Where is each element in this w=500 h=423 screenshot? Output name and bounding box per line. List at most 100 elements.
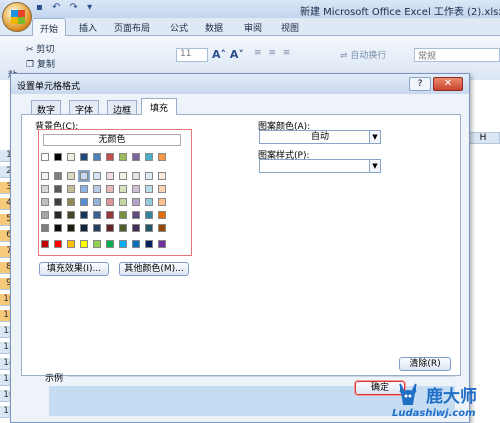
color-swatch[interactable] xyxy=(80,240,88,248)
color-swatch[interactable] xyxy=(67,211,75,219)
color-swatch[interactable] xyxy=(93,185,101,193)
pattern-color-select[interactable]: 自动 ▼ xyxy=(259,130,381,144)
fill-effects-button[interactable]: 填充效果(I)... xyxy=(39,262,109,276)
clear-button[interactable]: 清除(R) xyxy=(399,357,451,371)
font-size-box[interactable]: 11 xyxy=(176,48,208,62)
color-swatch[interactable] xyxy=(158,198,166,206)
color-swatch[interactable] xyxy=(119,153,127,161)
color-swatch[interactable] xyxy=(80,211,88,219)
color-swatch[interactable] xyxy=(145,211,153,219)
color-swatch[interactable] xyxy=(132,185,140,193)
color-swatch[interactable] xyxy=(119,198,127,206)
tab-view[interactable]: 视图 xyxy=(281,21,299,34)
color-swatch[interactable] xyxy=(106,240,114,248)
pattern-style-select[interactable]: ▼ xyxy=(259,159,381,173)
color-swatch[interactable] xyxy=(67,198,75,206)
color-swatch[interactable] xyxy=(106,185,114,193)
color-swatch[interactable] xyxy=(67,224,75,232)
tab-border[interactable]: 边框 xyxy=(107,100,137,116)
color-swatch[interactable] xyxy=(132,153,140,161)
color-swatch[interactable] xyxy=(93,224,101,232)
more-colors-button[interactable]: 其他颜色(M)... xyxy=(119,262,189,276)
close-button[interactable]: ✕ xyxy=(433,77,463,91)
color-swatch[interactable] xyxy=(80,185,88,193)
chevron-down-icon[interactable]: ▼ xyxy=(369,160,380,172)
color-swatch[interactable] xyxy=(158,240,166,248)
color-swatch[interactable] xyxy=(54,153,62,161)
color-swatch[interactable] xyxy=(145,224,153,232)
no-color-button[interactable]: 无颜色 xyxy=(43,134,181,146)
tab-home[interactable]: 开始 xyxy=(32,18,66,37)
column-header-h[interactable]: H xyxy=(466,132,500,144)
color-swatch[interactable] xyxy=(41,224,49,232)
tab-data[interactable]: 数据 xyxy=(205,21,223,34)
align-icons[interactable]: ≡ ≡ ≡ xyxy=(254,48,292,58)
color-swatch[interactable] xyxy=(119,172,127,180)
color-swatch[interactable] xyxy=(132,198,140,206)
tab-formulas[interactable]: 公式 xyxy=(170,21,188,34)
color-swatch[interactable] xyxy=(145,185,153,193)
color-swatch[interactable] xyxy=(54,198,62,206)
color-swatch[interactable] xyxy=(93,240,101,248)
color-swatch[interactable] xyxy=(132,172,140,180)
color-swatch[interactable] xyxy=(93,172,101,180)
color-swatch[interactable] xyxy=(145,198,153,206)
tab-review[interactable]: 审阅 xyxy=(244,21,262,34)
color-swatch[interactable] xyxy=(41,211,49,219)
tab-font[interactable]: 字体 xyxy=(69,100,99,116)
color-swatch[interactable] xyxy=(106,211,114,219)
color-swatch[interactable] xyxy=(119,240,127,248)
color-swatch[interactable] xyxy=(158,153,166,161)
cut-button[interactable]: ✂ 剪切 xyxy=(26,42,54,55)
color-swatch[interactable] xyxy=(119,211,127,219)
color-swatch[interactable] xyxy=(54,185,62,193)
dialog-title-bar[interactable]: 设置单元格格式 ? ✕ xyxy=(11,74,469,94)
color-swatch[interactable] xyxy=(106,198,114,206)
tab-insert[interactable]: 插入 xyxy=(79,21,97,34)
color-swatch[interactable] xyxy=(80,153,88,161)
wrap-text-button[interactable]: ⇌ 自动换行 xyxy=(340,48,386,61)
color-swatch[interactable] xyxy=(67,153,75,161)
number-format-box[interactable]: 常规 xyxy=(414,48,500,62)
color-swatch[interactable] xyxy=(145,172,153,180)
color-swatch[interactable] xyxy=(80,198,88,206)
color-swatch[interactable] xyxy=(119,224,127,232)
tab-page-layout[interactable]: 页面布局 xyxy=(114,21,150,34)
color-swatch[interactable] xyxy=(41,240,49,248)
color-swatch[interactable] xyxy=(78,170,90,182)
color-swatch[interactable] xyxy=(67,185,75,193)
color-swatch[interactable] xyxy=(54,211,62,219)
color-swatch[interactable] xyxy=(145,240,153,248)
color-swatch[interactable] xyxy=(67,240,75,248)
color-swatch[interactable] xyxy=(41,172,49,180)
color-swatch[interactable] xyxy=(54,240,62,248)
color-swatch[interactable] xyxy=(41,198,49,206)
office-button-icon[interactable] xyxy=(2,2,32,32)
copy-button[interactable]: ❐ 复制 xyxy=(26,57,55,70)
color-swatch[interactable] xyxy=(145,153,153,161)
color-swatch[interactable] xyxy=(93,153,101,161)
color-swatch[interactable] xyxy=(54,224,62,232)
color-swatch[interactable] xyxy=(93,198,101,206)
color-swatch[interactable] xyxy=(158,224,166,232)
color-swatch[interactable] xyxy=(132,240,140,248)
tab-fill[interactable]: 填充 xyxy=(141,98,177,115)
tab-number[interactable]: 数字 xyxy=(31,100,61,116)
quick-access-toolbar[interactable]: ▪ ↶ ↷ ▾ xyxy=(36,2,146,16)
color-swatch[interactable] xyxy=(54,172,62,180)
color-swatch[interactable] xyxy=(93,211,101,219)
color-swatch[interactable] xyxy=(119,185,127,193)
color-swatch[interactable] xyxy=(106,224,114,232)
color-swatch[interactable] xyxy=(158,211,166,219)
color-swatch[interactable] xyxy=(158,185,166,193)
color-swatch[interactable] xyxy=(80,224,88,232)
chevron-down-icon[interactable]: ▼ xyxy=(369,131,380,143)
color-swatch[interactable] xyxy=(67,172,75,180)
grow-font-icon[interactable]: A˄ A˅ xyxy=(212,48,244,61)
color-swatch[interactable] xyxy=(41,185,49,193)
color-swatch[interactable] xyxy=(158,172,166,180)
color-swatch[interactable] xyxy=(132,224,140,232)
color-swatch[interactable] xyxy=(41,153,49,161)
color-swatch[interactable] xyxy=(106,153,114,161)
help-button[interactable]: ? xyxy=(409,77,431,91)
